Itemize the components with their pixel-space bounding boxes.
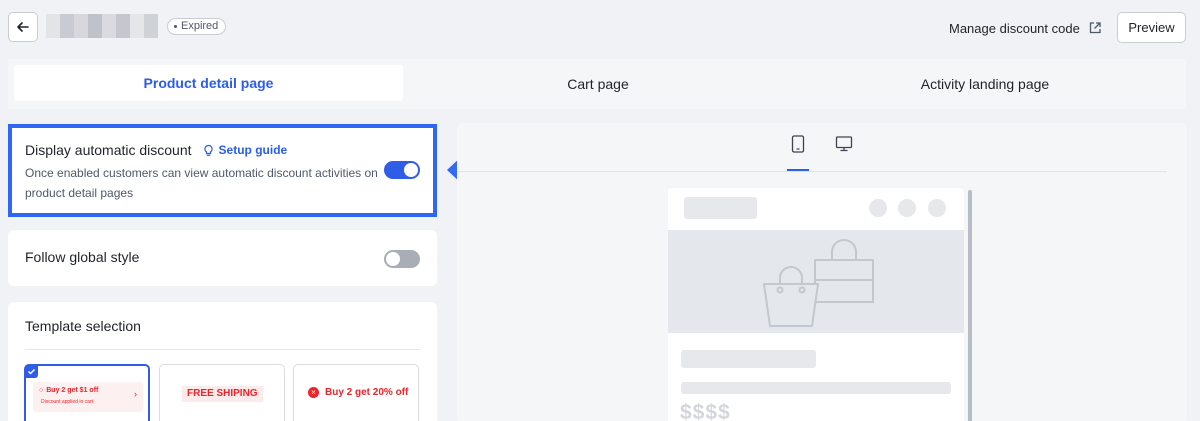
template-option-3[interactable]: × Buy 2 get 20% off [293,364,419,421]
status-badge: Expired [167,18,227,35]
skeleton-line [681,382,951,394]
template-option-1-label: Buy 2 get $1 off [46,387,99,394]
tab-product-detail-page[interactable]: Product detail page [14,65,403,101]
arrow-left-icon [17,22,29,32]
desktop-icon[interactable] [835,135,853,158]
divider [25,349,420,350]
skeleton-circle [928,199,946,217]
template-option-2-label: FREE SHIPING [182,386,263,402]
manage-discount-code-label: Manage discount code [949,20,1080,36]
tag-icon: ○ [39,387,44,394]
checkmark-icon [25,365,38,378]
template-option-1[interactable]: ○ Buy 2 get $1 off Discount applied in c… [24,364,150,421]
manage-discount-code-link[interactable]: Manage discount code [949,18,1102,38]
lightbulb-icon [203,144,213,156]
tab-activity-landing-page[interactable]: Activity landing page [888,59,1082,109]
global-style-title: Follow global style [25,249,140,265]
phone-preview: $$$$ [668,188,964,421]
skeleton-circle [869,199,887,217]
tab-cart-page[interactable]: Cart page [508,59,688,109]
skeleton-circle [898,199,916,217]
setup-guide-link[interactable]: Setup guide [202,143,288,157]
shopping-bag-icon [762,239,874,327]
skeleton-title [681,350,816,368]
setup-guide-label: Setup guide [218,143,288,157]
preview-button[interactable]: Preview [1117,12,1186,43]
skeleton-logo [684,197,757,219]
device-tabs-divider [457,171,1167,172]
price-placeholder: $$$$ [680,401,731,421]
template-selection-card: Template selection ○ Buy 2 get $1 off Di… [8,302,437,421]
blurred-page-title [46,14,158,38]
chevron-right-icon: › [134,389,137,399]
toggle-knob [404,163,418,177]
preview-scrollbar[interactable] [968,190,972,421]
page-tabs: Product detail page Cart page Activity l… [8,59,1186,109]
global-style-toggle[interactable] [384,250,420,268]
close-circle-icon: × [308,387,319,398]
template-option-3-label: Buy 2 get 20% off [325,387,409,398]
mobile-icon[interactable] [791,135,805,158]
template-selection-title: Template selection [25,318,141,334]
external-link-icon [1089,22,1101,34]
status-dot [174,25,177,28]
global-style-setting-card: Follow global style [8,230,437,286]
template-option-1-sublabel: Discount applied in cart [41,399,93,405]
product-image-placeholder [668,230,964,333]
auto-discount-title: Display automatic discount [25,142,192,158]
template-option-2[interactable]: FREE SHIPING [159,364,285,421]
back-button[interactable] [8,12,38,42]
auto-discount-toggle[interactable] [384,161,420,179]
auto-discount-setting-card: Display automatic discount Setup guide O… [8,124,437,217]
auto-discount-description: Once enabled customers can view automati… [25,166,378,200]
toggle-knob [386,252,400,266]
status-badge-label: Expired [181,20,219,32]
